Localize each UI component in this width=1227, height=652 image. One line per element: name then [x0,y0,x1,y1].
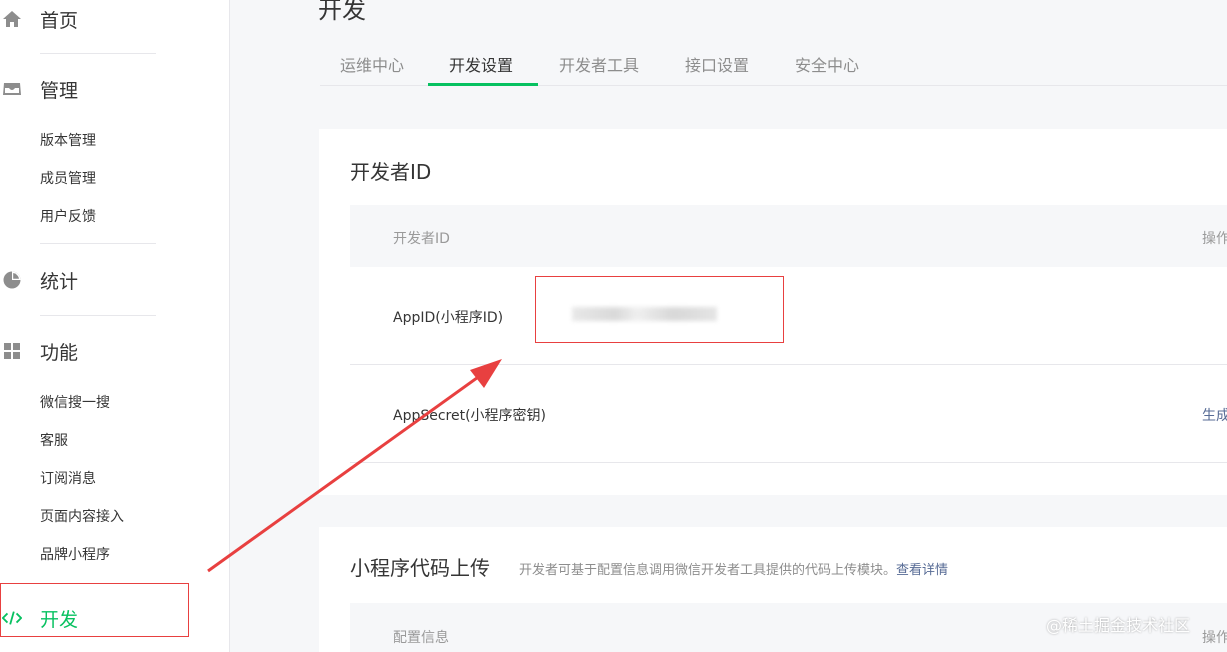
sidebar-item-version-manage[interactable]: 版本管理 [40,132,96,150]
sidebar-item-label: 功能 [40,341,79,364]
pie-chart-icon [2,270,22,290]
generate-secret-link[interactable]: 生成 [1202,405,1227,425]
column-header-action: 操作 [1202,231,1227,247]
app-window: 首页 管理 版本管理 成员管理 用户反馈 统计 功能 微信搜一搜 客服 订阅消息… [0,0,1227,652]
sidebar-item-member-manage[interactable]: 成员管理 [40,170,96,188]
column-header-config: 配置信息 [393,630,449,646]
description-text: 开发者可基于配置信息调用微信开发者工具提供的代码上传模块。 [519,563,897,578]
view-details-link[interactable]: 查看详情 [896,563,948,578]
code-upload-description: 开发者可基于配置信息调用微信开发者工具提供的代码上传模块。查看详情 [519,559,948,578]
sidebar-item-label: 首页 [40,9,79,32]
table-row-appid: AppID(小程序ID) [350,267,1227,365]
sidebar-item-user-feedback[interactable]: 用户反馈 [40,208,96,226]
sidebar: 首页 管理 版本管理 成员管理 用户反馈 统计 功能 微信搜一搜 客服 订阅消息… [0,0,230,652]
divider [40,243,156,244]
table-row-appsecret: AppSecret(小程序密钥) 生成 [350,365,1227,463]
annotation-box-develop [0,583,189,637]
inbox-icon [2,79,22,99]
sidebar-item-page-content[interactable]: 页面内容接入 [40,508,124,526]
sidebar-item-manage[interactable]: 管理 [0,71,230,107]
sidebar-item-subscribe-message[interactable]: 订阅消息 [40,470,96,488]
sidebar-item-label: 管理 [40,79,79,102]
tab-ops-center[interactable]: 运维中心 [340,52,404,76]
developer-id-table-header: 开发者ID 操作 [350,205,1227,267]
page-title: 开发 [318,0,366,24]
tab-bar: 运维中心 开发设置 开发者工具 接口设置 安全中心 [320,44,1227,86]
divider [40,315,156,316]
tab-api-settings[interactable]: 接口设置 [685,52,749,76]
sidebar-item-customer-service[interactable]: 客服 [40,432,68,450]
grid-icon [2,341,22,361]
appid-label: AppID(小程序ID) [393,310,504,326]
appsecret-label: AppSecret(小程序密钥) [393,408,547,424]
annotation-box-appid [535,276,784,343]
active-tab-indicator [428,83,538,86]
sidebar-item-brand-miniprogram[interactable]: 品牌小程序 [40,546,110,564]
sidebar-item-features[interactable]: 功能 [0,333,230,369]
tab-dev-tools[interactable]: 开发者工具 [559,52,639,76]
developer-id-title: 开发者ID [350,160,432,184]
tab-security-center[interactable]: 安全中心 [795,52,859,76]
sidebar-item-home[interactable]: 首页 [0,1,230,37]
sidebar-item-stats[interactable]: 统计 [0,262,230,298]
tab-dev-settings[interactable]: 开发设置 [449,52,513,76]
sidebar-item-label: 统计 [40,270,79,293]
divider [40,53,156,54]
column-header-action: 操作 [1202,630,1227,646]
code-upload-title: 小程序代码上传 [350,556,490,580]
sidebar-item-wechat-search[interactable]: 微信搜一搜 [40,394,110,412]
watermark: @稀土掘金技术社区 [1046,616,1191,635]
column-header-id: 开发者ID [393,231,450,247]
home-icon [2,9,22,29]
